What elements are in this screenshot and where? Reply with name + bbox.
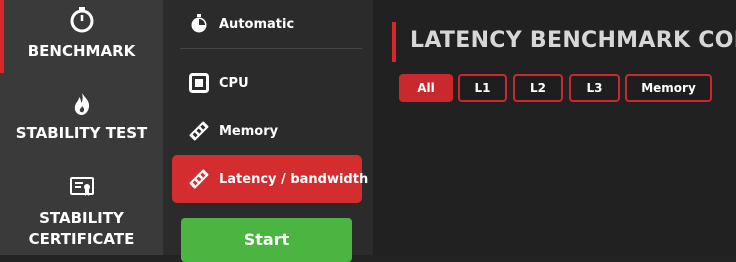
filter-l1[interactable]: L1 [458, 74, 507, 102]
subnav-label-latency-bandwidth: Latency / bandwidth [219, 171, 369, 187]
filter-l2[interactable]: L2 [513, 74, 563, 102]
nav-item-benchmark[interactable]: BENCHMARK [0, 0, 163, 73]
nav-label-stability-certificate: STABILITY CERTIFICATE [28, 209, 135, 248]
cpu-icon [188, 72, 210, 94]
subnav-item-memory[interactable]: Memory [188, 118, 278, 144]
nav-item-stability-test[interactable]: STABILITY TEST [0, 90, 163, 150]
title-accent-bar [392, 22, 396, 62]
nav-label-benchmark: BENCHMARK [27, 42, 136, 60]
start-button[interactable]: Start [181, 218, 352, 262]
certificate-icon [69, 177, 94, 196]
page-title: LATENCY BENCHMARK CONF [410, 28, 736, 53]
subnav-label-memory: Memory [219, 123, 279, 139]
subnav-label-cpu: CPU [219, 75, 249, 91]
memory-icon [188, 168, 210, 190]
subnav-item-automatic[interactable]: Automatic [188, 11, 294, 37]
subnav-divider [180, 48, 362, 49]
subnav-item-cpu[interactable]: CPU [188, 70, 249, 96]
flame-icon [74, 93, 89, 115]
subnav-item-latency-bandwidth[interactable]: Latency / bandwidth [188, 166, 368, 192]
nav-item-stability-certificate[interactable]: STABILITY CERTIFICATE [0, 176, 163, 255]
filter-all[interactable]: All [399, 74, 453, 102]
memory-icon [188, 120, 210, 142]
stopwatch-icon [70, 7, 93, 33]
subnav-label-automatic: Automatic [219, 16, 295, 32]
filter-memory[interactable]: Memory [625, 74, 712, 102]
stopwatch-icon [188, 13, 210, 35]
filter-l3[interactable]: L3 [569, 74, 620, 102]
nav-label-stability-test: STABILITY TEST [15, 124, 148, 142]
